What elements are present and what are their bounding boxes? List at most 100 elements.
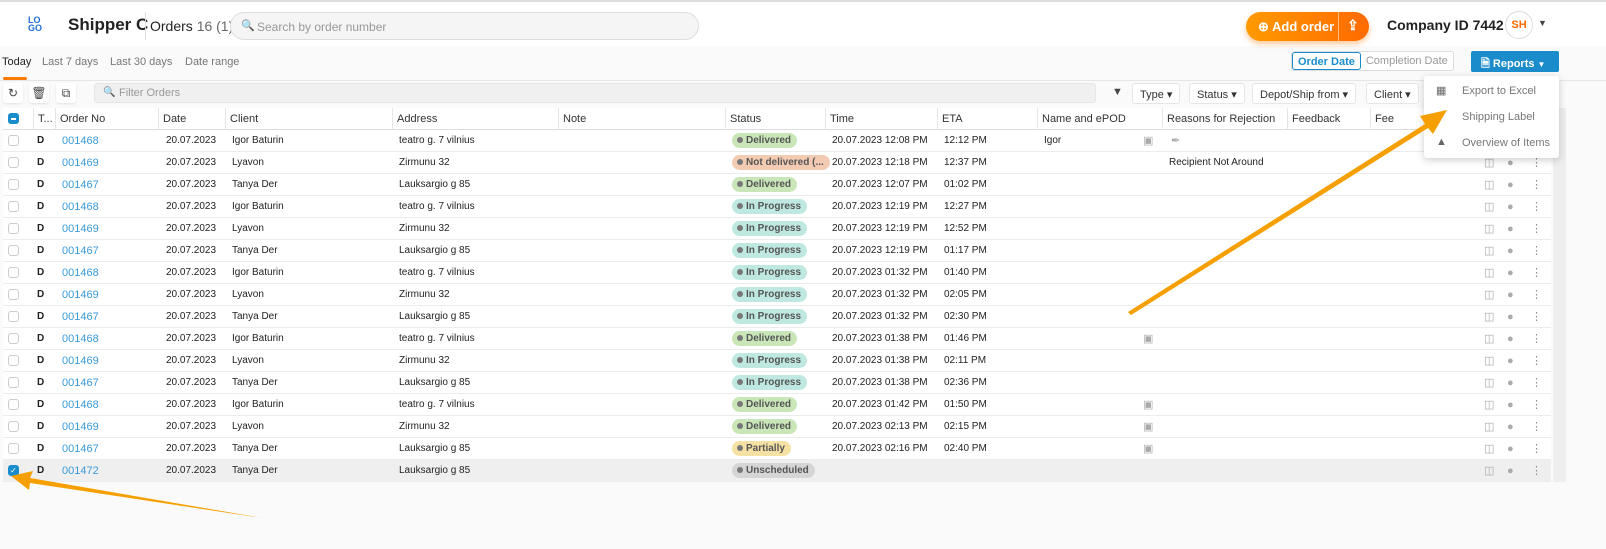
- order-number-link[interactable]: 001468: [62, 328, 99, 350]
- location-pin-icon[interactable]: ●: [1507, 262, 1514, 284]
- table-row[interactable]: D 001469 20.07.2023 Lyavon Zirmunu 32 In Prog…: [3, 218, 1551, 240]
- more-options-icon[interactable]: ⋮: [1531, 328, 1542, 350]
- column-header-time[interactable]: Time: [825, 108, 937, 130]
- row-checkbox[interactable]: ✓: [8, 465, 19, 476]
- location-pin-icon[interactable]: ●: [1507, 416, 1514, 438]
- row-checkbox[interactable]: [8, 201, 19, 212]
- order-number-link[interactable]: 001467: [62, 372, 99, 394]
- pdf-icon[interactable]: ◫: [1484, 394, 1494, 416]
- location-pin-icon[interactable]: ●: [1507, 174, 1514, 196]
- order-number-link[interactable]: 001472: [62, 460, 99, 482]
- table-row[interactable]: ✓ D 001472 20.07.2023 Tanya Der Lauksargio g …: [3, 460, 1551, 482]
- chevron-down-icon[interactable]: ▼: [1538, 18, 1547, 28]
- more-options-icon[interactable]: ⋮: [1531, 174, 1542, 196]
- menu-item-overview-items[interactable]: ▲ Overview of Items: [1424, 130, 1559, 156]
- table-row[interactable]: D 001468 20.07.2023 Igor Baturin teatro g. 7…: [3, 196, 1551, 218]
- add-order-button[interactable]: ⊕ Add order ⇪: [1246, 12, 1369, 41]
- more-options-icon[interactable]: ⋮: [1531, 240, 1542, 262]
- client-filter[interactable]: Client ▾: [1366, 83, 1419, 104]
- location-pin-icon[interactable]: ●: [1507, 372, 1514, 394]
- column-header-status[interactable]: Status: [725, 108, 825, 130]
- order-date-button[interactable]: Order Date: [1292, 52, 1361, 70]
- row-checkbox[interactable]: [8, 443, 19, 454]
- column-header-address[interactable]: Address: [392, 108, 558, 130]
- more-options-icon[interactable]: ⋮: [1531, 372, 1542, 394]
- table-row[interactable]: D 001469 20.07.2023 Lyavon Zirmunu 32 In Prog…: [3, 284, 1551, 306]
- row-checkbox[interactable]: [8, 355, 19, 366]
- menu-item-export-excel[interactable]: ▦ Export to Excel: [1424, 78, 1559, 104]
- order-number-link[interactable]: 001469: [62, 350, 99, 372]
- order-number-link[interactable]: 001469: [62, 152, 99, 174]
- table-row[interactable]: D 001468 20.07.2023 Igor Baturin teatro g. 7…: [3, 262, 1551, 284]
- more-options-icon[interactable]: ⋮: [1531, 218, 1542, 240]
- order-number-link[interactable]: 001468: [62, 196, 99, 218]
- column-header-t[interactable]: T...: [33, 108, 55, 130]
- row-checkbox[interactable]: [8, 333, 19, 344]
- order-number-link[interactable]: 001467: [62, 306, 99, 328]
- pdf-icon[interactable]: ◫: [1484, 262, 1494, 284]
- signature-icon[interactable]: ✒: [1171, 130, 1180, 152]
- table-row[interactable]: D 001468 20.07.2023 Igor Baturin teatro g. 7…: [3, 328, 1551, 350]
- tab-last-30-days[interactable]: Last 30 days: [110, 56, 172, 68]
- pdf-icon[interactable]: ◫: [1484, 306, 1494, 328]
- pdf-icon[interactable]: ◫: [1484, 174, 1494, 196]
- select-all-checkbox[interactable]: [8, 113, 19, 124]
- epod-image-icon[interactable]: ▣: [1143, 416, 1153, 438]
- row-checkbox[interactable]: [8, 377, 19, 388]
- avatar[interactable]: SH: [1505, 11, 1533, 39]
- more-options-icon[interactable]: ⋮: [1531, 416, 1542, 438]
- table-row[interactable]: D 001468 20.07.2023 Igor Baturin teatro g. 7…: [3, 394, 1551, 416]
- tab-date-range[interactable]: Date range: [185, 56, 239, 68]
- column-header-reasons[interactable]: Reasons for Rejection: [1162, 108, 1287, 130]
- row-checkbox[interactable]: [8, 399, 19, 410]
- menu-item-shipping-label[interactable]: ■ Shipping Label: [1424, 104, 1559, 130]
- pdf-icon[interactable]: ◫: [1484, 460, 1494, 482]
- copy-button[interactable]: ⧉: [56, 83, 76, 103]
- filter-orders-input[interactable]: 🔍 Filter Orders: [94, 83, 1096, 103]
- location-pin-icon[interactable]: ●: [1507, 284, 1514, 306]
- epod-image-icon[interactable]: ▣: [1143, 328, 1153, 350]
- pdf-icon[interactable]: ◫: [1484, 416, 1494, 438]
- order-number-link[interactable]: 001467: [62, 174, 99, 196]
- row-checkbox[interactable]: [8, 157, 19, 168]
- table-row[interactable]: D 001467 20.07.2023 Tanya Der Lauksargio g 8…: [3, 372, 1551, 394]
- row-checkbox[interactable]: [8, 267, 19, 278]
- status-filter[interactable]: Status ▾: [1189, 83, 1245, 104]
- more-options-icon[interactable]: ⋮: [1531, 350, 1542, 372]
- pdf-icon[interactable]: ◫: [1484, 350, 1494, 372]
- column-header-client[interactable]: Client: [225, 108, 392, 130]
- scrollbar[interactable]: [1553, 108, 1566, 482]
- column-header-order-no[interactable]: Order No: [55, 108, 158, 130]
- column-header-note[interactable]: Note: [558, 108, 725, 130]
- refresh-button[interactable]: ↻: [3, 83, 23, 103]
- location-pin-icon[interactable]: ●: [1507, 218, 1514, 240]
- table-row[interactable]: D 001469 20.07.2023 Lyavon Zirmunu 32 Not del…: [3, 152, 1551, 174]
- pdf-icon[interactable]: ◫: [1484, 438, 1494, 460]
- row-checkbox[interactable]: [8, 289, 19, 300]
- order-number-link[interactable]: 001468: [62, 394, 99, 416]
- more-options-icon[interactable]: ⋮: [1531, 284, 1542, 306]
- tab-today[interactable]: Today: [2, 56, 31, 68]
- location-pin-icon[interactable]: ●: [1507, 460, 1514, 482]
- location-pin-icon[interactable]: ●: [1507, 438, 1514, 460]
- epod-image-icon[interactable]: ▣: [1143, 394, 1153, 416]
- location-pin-icon[interactable]: ●: [1507, 350, 1514, 372]
- upload-icon[interactable]: ⇪: [1347, 17, 1359, 34]
- row-checkbox[interactable]: [8, 421, 19, 432]
- funnel-icon[interactable]: ▼: [1112, 86, 1123, 98]
- location-pin-icon[interactable]: ●: [1507, 328, 1514, 350]
- tab-last-7-days[interactable]: Last 7 days: [42, 56, 98, 68]
- completion-date-button[interactable]: Completion Date: [1361, 52, 1453, 70]
- epod-image-icon[interactable]: ▣: [1143, 130, 1153, 152]
- more-options-icon[interactable]: ⋮: [1531, 196, 1542, 218]
- location-pin-icon[interactable]: ●: [1507, 306, 1514, 328]
- epod-image-icon[interactable]: ▣: [1143, 438, 1153, 460]
- pdf-icon[interactable]: ◫: [1484, 218, 1494, 240]
- table-row[interactable]: D 001467 20.07.2023 Tanya Der Lauksargio g 8…: [3, 306, 1551, 328]
- location-pin-icon[interactable]: ●: [1507, 394, 1514, 416]
- order-number-link[interactable]: 001467: [62, 438, 99, 460]
- reports-button[interactable]: 🗎 Reports ▼: [1471, 51, 1559, 72]
- more-options-icon[interactable]: ⋮: [1531, 460, 1542, 482]
- more-options-icon[interactable]: ⋮: [1531, 438, 1542, 460]
- logo[interactable]: LO GO: [28, 16, 42, 33]
